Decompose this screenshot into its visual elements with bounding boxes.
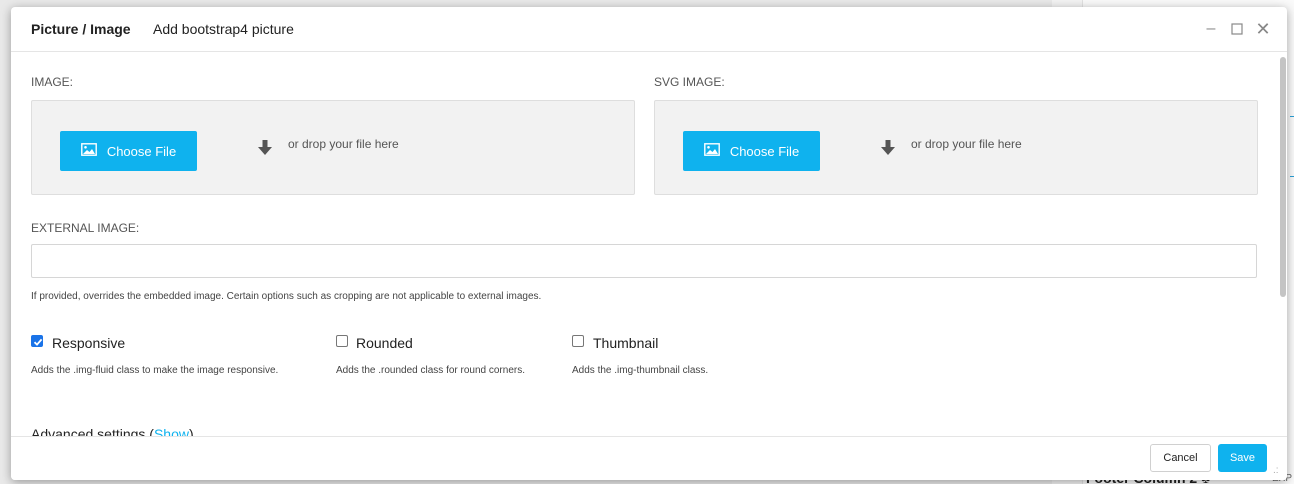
- arrow-down-icon: [879, 139, 897, 162]
- svg-choose-file-button[interactable]: Choose File: [683, 131, 820, 171]
- save-button[interactable]: Save: [1218, 444, 1267, 472]
- responsive-label[interactable]: Responsive: [52, 335, 125, 351]
- svg-drop-zone[interactable]: Choose File or drop your file here: [654, 100, 1258, 195]
- dialog-header: Picture / Image Add bootstrap4 picture –…: [11, 7, 1287, 52]
- dialog-body: IMAGE: Choose File or drop your file her…: [11, 53, 1276, 436]
- responsive-help: Adds the .img-fluid class to make the im…: [31, 365, 279, 376]
- image-choose-file-button[interactable]: Choose File: [60, 131, 197, 171]
- advanced-close-paren: ): [189, 426, 194, 436]
- choose-file-label: Choose File: [729, 143, 800, 159]
- background-accent-mark: [1290, 116, 1294, 117]
- choose-file-label: Choose File: [106, 143, 177, 159]
- advanced-show-link[interactable]: Show: [154, 426, 189, 436]
- resize-grip-icon[interactable]: .:: [1273, 465, 1279, 476]
- dialog-title: Picture / Image: [31, 21, 131, 37]
- rounded-checkbox[interactable]: [336, 335, 348, 347]
- minimize-icon[interactable]: –: [1203, 19, 1219, 39]
- scrollbar-thumb[interactable]: [1280, 57, 1286, 297]
- svg-image-label: SVG IMAGE:: [654, 75, 725, 89]
- thumbnail-label[interactable]: Thumbnail: [593, 335, 658, 351]
- cancel-button[interactable]: Cancel: [1150, 444, 1211, 472]
- picture-dialog: Picture / Image Add bootstrap4 picture –…: [11, 7, 1287, 480]
- image-label: IMAGE:: [31, 75, 74, 89]
- advanced-settings-label: Advanced settings (: [31, 426, 154, 436]
- thumbnail-help: Adds the .img-thumbnail class.: [572, 365, 709, 376]
- external-image-help: If provided, overrides the embedded imag…: [31, 291, 542, 302]
- rounded-help: Adds the .rounded class for round corner…: [336, 365, 525, 376]
- dialog-footer: Cancel Save .:: [11, 436, 1287, 480]
- drop-hint: or drop your file here: [288, 137, 399, 151]
- arrow-down-icon: [256, 139, 274, 162]
- image-icon: [703, 143, 720, 159]
- dialog-subtitle: Add bootstrap4 picture: [153, 21, 294, 37]
- advanced-settings: Advanced settings (Show): [31, 426, 194, 436]
- rounded-label[interactable]: Rounded: [356, 335, 413, 351]
- drop-hint: or drop your file here: [911, 137, 1022, 151]
- background-accent-mark: [1290, 176, 1294, 177]
- close-icon[interactable]: ✕: [1255, 19, 1271, 39]
- image-drop-zone[interactable]: Choose File or drop your file here: [31, 100, 635, 195]
- thumbnail-checkbox[interactable]: [572, 335, 584, 347]
- external-image-input[interactable]: [31, 244, 1257, 278]
- maximize-icon[interactable]: [1229, 19, 1245, 39]
- responsive-checkbox[interactable]: [31, 335, 43, 347]
- image-icon: [80, 143, 97, 159]
- external-image-label: EXTERNAL IMAGE:: [31, 221, 140, 235]
